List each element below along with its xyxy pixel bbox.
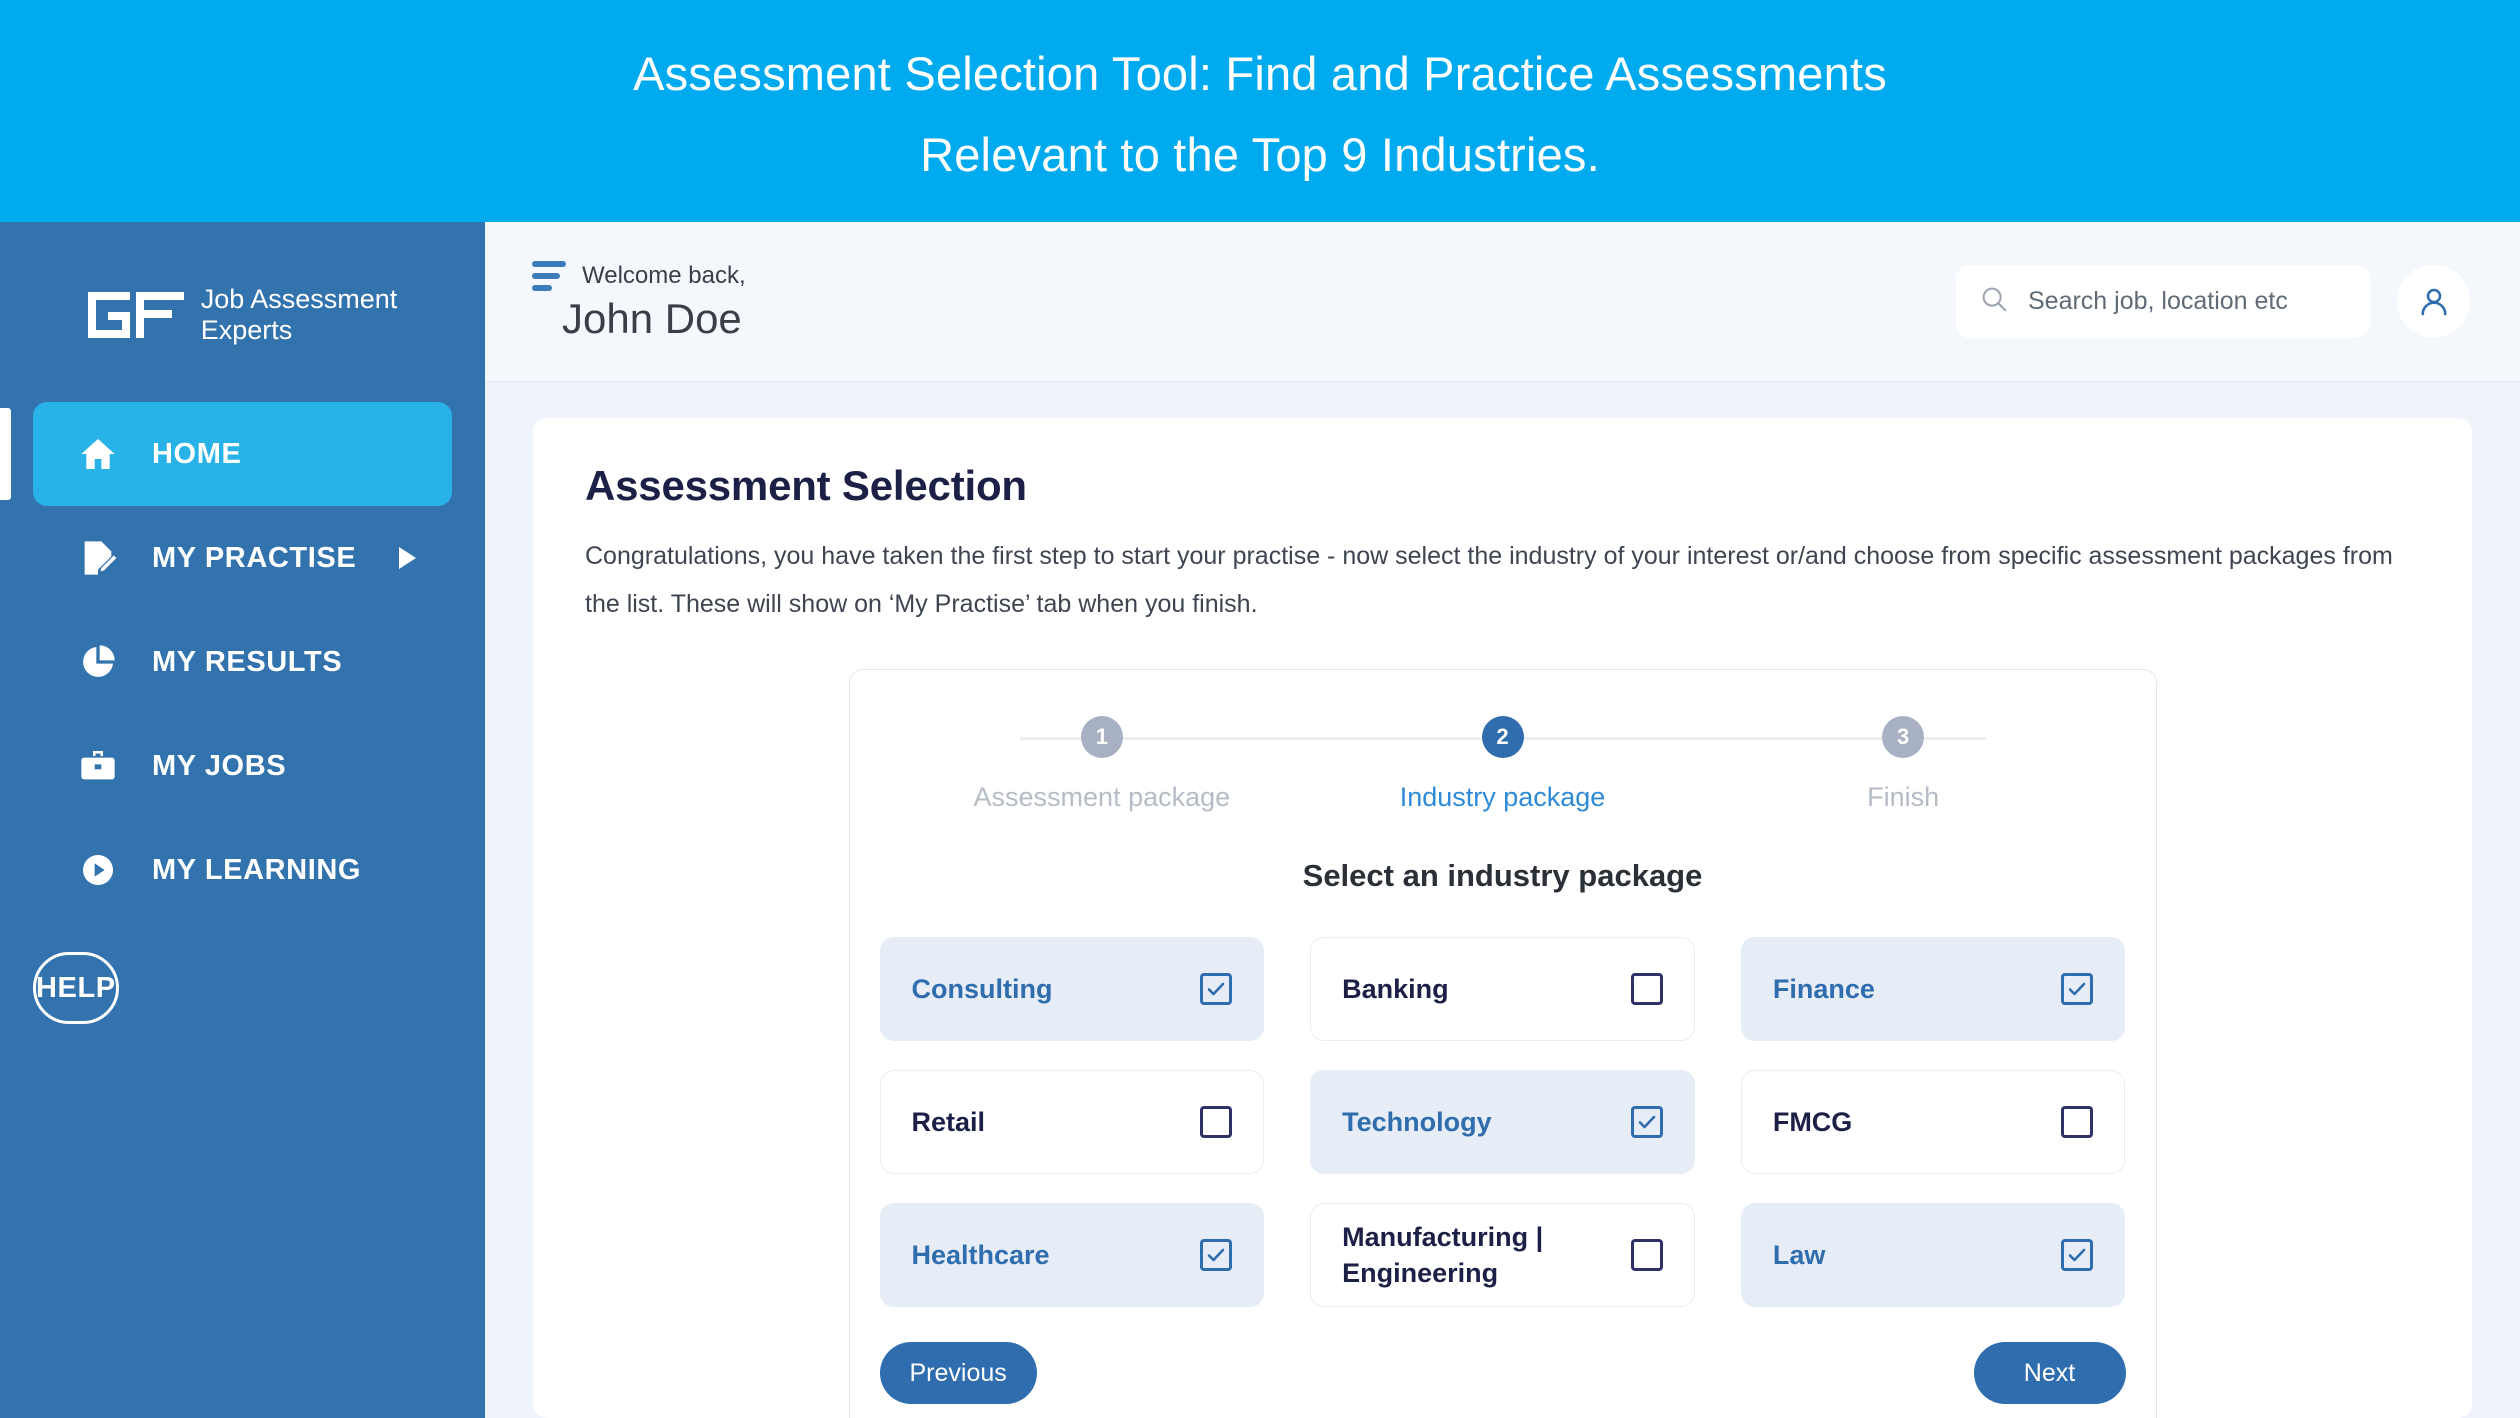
content-area: Assessment Selection Congratulations, yo… xyxy=(485,382,2520,1418)
industry-label: Retail xyxy=(911,1107,986,1137)
industry-card-finance[interactable]: Finance xyxy=(1740,937,2126,1041)
checkbox-unchecked-icon[interactable] xyxy=(1630,973,1663,1005)
industry-card-fmcg[interactable]: FMCG xyxy=(1740,1070,2126,1174)
pie-chart-icon xyxy=(75,639,121,685)
checkbox-checked-icon[interactable] xyxy=(2061,973,2094,1005)
sidebar-item-label: MY RESULTS xyxy=(152,645,343,678)
sidebar: Job Assessment Experts HOME MY PRACTISE … xyxy=(0,222,485,1418)
step-label: Assessment package xyxy=(973,782,1231,812)
step-finish[interactable]: 3 Finish xyxy=(1703,716,2104,813)
hamburger-line xyxy=(532,272,560,279)
checkbox-checked-icon[interactable] xyxy=(1200,973,1233,1005)
user-name: John Doe xyxy=(562,294,742,342)
sidebar-item-home[interactable]: HOME xyxy=(0,402,452,506)
checkbox-checked-icon[interactable] xyxy=(1630,1106,1663,1138)
step-number: 1 xyxy=(1080,716,1123,758)
step-number: 3 xyxy=(1882,716,1925,758)
industry-card-consulting[interactable]: Consulting xyxy=(879,937,1265,1041)
page-title: Assessment Selection xyxy=(585,462,1027,509)
sidebar-item-label: MY LEARNING xyxy=(152,853,362,886)
checkbox-unchecked-icon[interactable] xyxy=(1200,1106,1233,1138)
welcome-block: Welcome back, John Doe xyxy=(532,260,746,343)
industry-card-healthcare[interactable]: Healthcare xyxy=(879,1203,1265,1307)
welcome-row: Welcome back, xyxy=(532,260,746,291)
checkbox-checked-icon[interactable] xyxy=(2061,1239,2094,1271)
industry-label: Finance xyxy=(1772,974,1875,1004)
avatar[interactable] xyxy=(2397,265,2470,338)
industry-card-law[interactable]: Law xyxy=(1740,1203,2126,1307)
brand-line-1: Job Assessment xyxy=(200,284,398,314)
sidebar-item-label: MY JOBS xyxy=(152,749,287,782)
hamburger-line xyxy=(532,284,552,291)
industry-wizard: 1 Assessment package 2 Industry package … xyxy=(848,669,2157,1418)
banner-line-1: Assessment Selection Tool: Find and Prac… xyxy=(633,47,1887,100)
welcome-text: Welcome back, xyxy=(582,261,746,289)
industry-label: Technology xyxy=(1342,1107,1492,1137)
brand-logo[interactable]: Job Assessment Experts xyxy=(0,222,485,356)
brand-line-2: Experts xyxy=(200,315,293,345)
checkbox-checked-icon[interactable] xyxy=(1200,1239,1233,1271)
sidebar-nav: HOME MY PRACTISE MY RESULTS MY JOBS MY L… xyxy=(0,402,485,1024)
industry-card-technology[interactable]: Technology xyxy=(1310,1070,1695,1174)
industry-label: Healthcare xyxy=(911,1240,1050,1270)
sidebar-item-my-practise[interactable]: MY PRACTISE xyxy=(33,506,452,610)
assessment-selection-card: Assessment Selection Congratulations, yo… xyxy=(533,418,2472,1418)
industry-label: Consulting xyxy=(911,974,1053,1004)
hamburger-line xyxy=(532,260,566,267)
search-icon xyxy=(1979,284,2009,319)
sidebar-item-my-results[interactable]: MY RESULTS xyxy=(33,610,452,714)
page-description: Congratulations, you have taken the firs… xyxy=(585,542,2393,618)
document-pencil-icon xyxy=(75,535,121,581)
hamburger-icon[interactable] xyxy=(532,260,566,291)
play-circle-icon xyxy=(75,847,121,893)
user-avatar-icon xyxy=(2420,288,2447,315)
banner-line-2: Relevant to the Top 9 Industries. xyxy=(920,128,1600,181)
topbar-actions xyxy=(1956,265,2470,338)
step-industry-package[interactable]: 2 Industry package xyxy=(1302,716,1703,813)
briefcase-icon xyxy=(75,743,121,789)
main-column: Welcome back, John Doe Search job, locat… xyxy=(485,222,2520,1418)
checkbox-unchecked-icon[interactable] xyxy=(1630,1239,1663,1271)
step-label: Industry package xyxy=(1399,782,1606,812)
industry-card-manufacturing-engineering[interactable]: Manufacturing | Engineering xyxy=(1310,1203,1695,1307)
brand-text: Job Assessment Experts xyxy=(201,284,398,346)
sidebar-item-label: MY PRACTISE xyxy=(152,541,357,574)
sidebar-item-my-jobs[interactable]: MY JOBS xyxy=(33,714,452,818)
promo-banner: Assessment Selection Tool: Find and Prac… xyxy=(0,0,2520,222)
sidebar-item-my-learning[interactable]: MY LEARNING xyxy=(33,818,452,922)
industry-grid: Consulting Banking Finance Retail Techno… xyxy=(879,937,2126,1307)
top-bar: Welcome back, John Doe xyxy=(485,222,2520,382)
home-icon xyxy=(75,431,121,477)
chevron-right-icon[interactable] xyxy=(399,547,416,569)
stepper: 1 Assessment package 2 Industry package … xyxy=(880,716,2126,813)
checkbox-unchecked-icon[interactable] xyxy=(2061,1106,2094,1138)
industry-label: FMCG xyxy=(1772,1107,1853,1137)
app-shell: Job Assessment Experts HOME MY PRACTISE … xyxy=(0,222,2520,1418)
sidebar-item-label: HOME xyxy=(152,437,242,470)
wizard-subtitle: Select an industry package xyxy=(1302,858,1703,893)
next-button[interactable]: Next xyxy=(1973,1342,2126,1404)
industry-label: Banking xyxy=(1342,974,1449,1004)
industry-card-banking[interactable]: Banking xyxy=(1310,937,1695,1041)
step-label: Finish xyxy=(1867,782,1940,812)
step-assessment-package[interactable]: 1 Assessment package xyxy=(902,716,1303,813)
gf-logo-icon xyxy=(87,292,184,338)
active-indicator xyxy=(0,408,11,500)
industry-label: Manufacturing | Engineering xyxy=(1342,1222,1544,1288)
search-input[interactable] xyxy=(2028,287,2347,316)
help-button[interactable]: HELP xyxy=(33,952,119,1024)
industry-card-retail[interactable]: Retail xyxy=(879,1070,1265,1174)
previous-button[interactable]: Previous xyxy=(879,1342,1037,1404)
wizard-actions: Previous Next xyxy=(879,1342,2126,1404)
search-box[interactable] xyxy=(1956,265,2370,338)
industry-label: Law xyxy=(1772,1240,1826,1270)
step-number: 2 xyxy=(1481,716,1524,758)
